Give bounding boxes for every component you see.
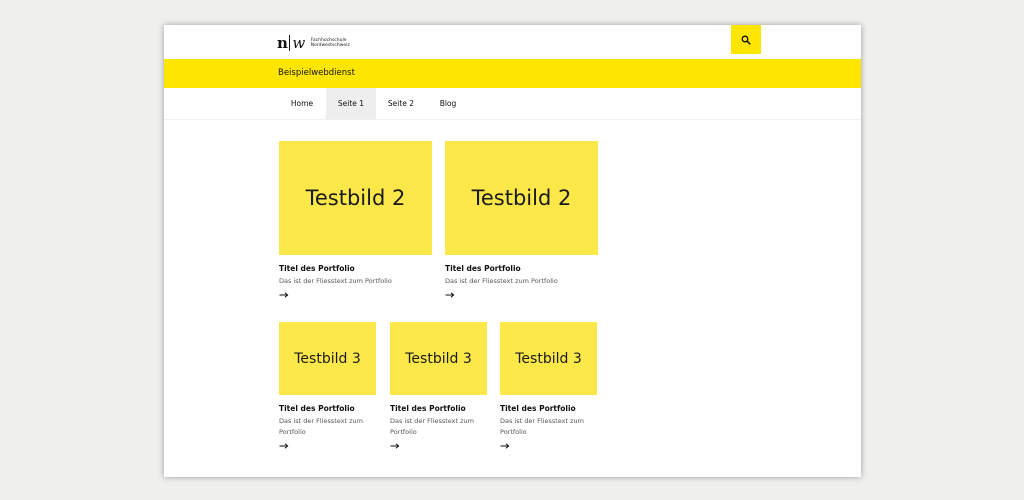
image-label: Testbild 2 [305, 186, 406, 210]
arrow-right-icon[interactable] [445, 291, 455, 299]
nav-item-label: Blog [439, 99, 457, 108]
image-label: Testbild 2 [471, 186, 572, 210]
logo-mark: n w [277, 35, 305, 51]
logo-divider [289, 35, 291, 51]
portfolio-text: Das ist der Fliesstext zum Portfolio [279, 277, 392, 285]
nav-item-home[interactable]: Home [278, 88, 326, 119]
portfolio-image[interactable]: Testbild 2 [279, 141, 432, 255]
portfolio-title[interactable]: Titel des Portfolio [279, 264, 432, 273]
service-title[interactable]: Beispielwebdienst [278, 68, 355, 78]
arrow-right-icon[interactable] [500, 442, 510, 450]
logo-mark-left: n [277, 34, 288, 52]
fhnw-logo[interactable]: n w Fachhochschule Nordwestschweiz [277, 33, 350, 53]
nav-item-label: Seite 1 [337, 99, 365, 108]
portfolio-card: Testbild 2 Titel des Portfolio Das ist d… [279, 141, 432, 299]
portfolio-text: Das ist der Fliesstext zum Portfolio [445, 277, 558, 285]
portfolio-title[interactable]: Titel des Portfolio [390, 404, 487, 413]
logo-line-2: Nordwestschweiz [310, 43, 350, 48]
image-label: Testbild 3 [294, 350, 361, 367]
nav-item-label: Seite 2 [387, 99, 415, 108]
main-navigation: Home Seite 1 Seite 2 Blog [278, 88, 470, 119]
portfolio-image[interactable]: Testbild 2 [445, 141, 598, 255]
arrow-right-icon[interactable] [390, 442, 400, 450]
site-header: n w Fachhochschule Nordwestschweiz [164, 25, 861, 59]
portfolio-image[interactable]: Testbild 3 [390, 322, 487, 395]
portfolio-card: Testbild 2 Titel des Portfolio Das ist d… [445, 141, 598, 299]
portfolio-text: Das ist der Fliesstext zum Portfolio [279, 417, 363, 436]
logo-mark-right: w [292, 34, 305, 52]
nav-divider [164, 119, 861, 120]
nav-item-blog[interactable]: Blog [426, 88, 470, 119]
portfolio-title[interactable]: Titel des Portfolio [279, 404, 376, 413]
image-label: Testbild 3 [515, 350, 582, 367]
nav-item-seite-2[interactable]: Seite 2 [376, 88, 426, 119]
portfolio-card: Testbild 3 Titel des Portfolio Das ist d… [500, 322, 597, 450]
nav-item-label: Home [290, 99, 314, 108]
nav-item-seite-1[interactable]: Seite 1 [326, 88, 376, 119]
portfolio-title[interactable]: Titel des Portfolio [500, 404, 597, 413]
portfolio-image[interactable]: Testbild 3 [279, 322, 376, 395]
portfolio-image[interactable]: Testbild 3 [500, 322, 597, 395]
logo-text: Fachhochschule Nordwestschweiz [311, 38, 350, 49]
portfolio-card: Testbild 3 Titel des Portfolio Das ist d… [279, 322, 376, 450]
search-button[interactable] [731, 25, 761, 54]
portfolio-text: Das ist der Fliesstext zum Portfolio [500, 417, 584, 436]
arrow-right-icon[interactable] [279, 442, 289, 450]
search-icon [741, 35, 751, 45]
portfolio-title[interactable]: Titel des Portfolio [445, 264, 598, 273]
browser-window: n w Fachhochschule Nordwestschweiz Beisp… [164, 25, 861, 477]
portfolio-card: Testbild 3 Titel des Portfolio Das ist d… [390, 322, 487, 450]
service-bar: Beispielwebdienst [164, 59, 861, 88]
arrow-right-icon[interactable] [279, 291, 289, 299]
portfolio-text: Das ist der Fliesstext zum Portfolio [390, 417, 474, 436]
image-label: Testbild 3 [405, 350, 472, 367]
